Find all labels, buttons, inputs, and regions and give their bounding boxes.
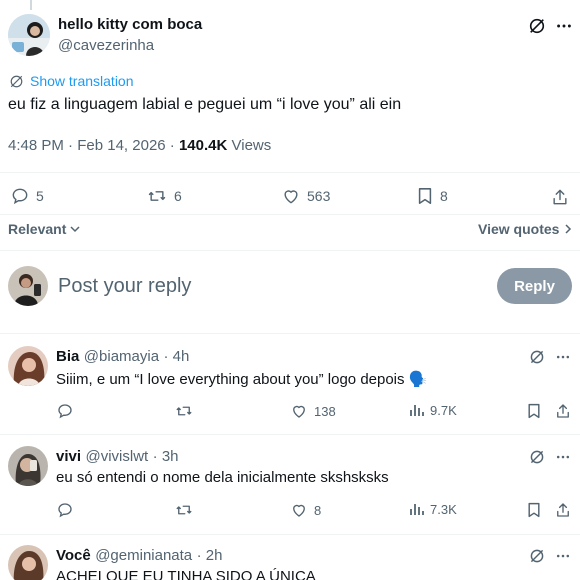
more-options-icon[interactable] (554, 348, 572, 366)
sort-label: Relevant (8, 221, 67, 237)
reply-header: Você @geminianata · 2h (56, 547, 222, 565)
divider (0, 214, 580, 215)
view-quotes-label: View quotes (478, 221, 560, 237)
bookmark-count: 8 (440, 188, 448, 204)
analytics-icon (408, 501, 424, 517)
reply-header: vivi @vivislwt · 3h (56, 448, 179, 466)
post-meta: 4:48 PM · Feb 14, 2026 · 140.4K Views (8, 137, 271, 154)
reply-button[interactable] (56, 402, 80, 420)
reply-submit-button[interactable]: Reply (497, 268, 572, 304)
more-options-icon[interactable] (554, 16, 574, 36)
avatar[interactable] (8, 14, 50, 56)
reply-display-name[interactable]: Você (56, 547, 91, 564)
like-count: 563 (307, 188, 331, 204)
grok-icon[interactable] (528, 348, 546, 366)
repost-icon (174, 501, 194, 519)
reply-button[interactable] (56, 501, 80, 519)
divider (0, 250, 580, 251)
reply-icon (10, 186, 30, 206)
reply-header: Bia @biamayia · 4h (56, 348, 189, 366)
author-handle[interactable]: @cavezerinha (58, 37, 154, 54)
divider (0, 172, 580, 173)
like-count: 138 (314, 403, 336, 419)
reply-display-name[interactable]: vivi (56, 448, 81, 465)
heart-icon (290, 501, 308, 519)
author-display-name[interactable]: hello kitty com boca (58, 16, 202, 33)
heart-icon (290, 402, 308, 420)
reply-handle[interactable]: @vivislwt (85, 448, 148, 465)
heart-icon (281, 186, 301, 206)
reply-time[interactable]: · 4h (164, 348, 190, 365)
translate-icon (9, 74, 24, 89)
post-text: eu fiz a linguagem labial e peguei um “i… (8, 96, 402, 113)
show-translation-label: Show translation (30, 73, 134, 89)
grok-icon[interactable] (528, 547, 546, 565)
more-options-icon[interactable] (554, 547, 572, 565)
grok-icon[interactable] (528, 448, 546, 466)
avatar[interactable] (8, 446, 48, 486)
views-count: 7.3K (430, 501, 457, 517)
like-button[interactable]: 8 (290, 501, 321, 519)
like-button[interactable]: 138 (290, 402, 336, 420)
chevron-down-icon (69, 223, 81, 235)
post-time[interactable]: 4:48 PM (8, 137, 64, 154)
post-date[interactable]: Feb 14, 2026 (77, 137, 165, 154)
bookmark-button[interactable] (525, 402, 543, 420)
avatar[interactable] (8, 266, 48, 306)
repost-icon (146, 186, 168, 206)
grok-icon[interactable] (527, 16, 547, 36)
reply-handle[interactable]: @geminianata (95, 547, 192, 564)
reply-button[interactable]: 5 (10, 186, 44, 206)
like-button[interactable]: 563 (281, 186, 330, 206)
views-button[interactable]: 9.7K (408, 402, 457, 418)
bookmark-button[interactable] (525, 501, 543, 519)
avatar[interactable] (8, 545, 48, 580)
bookmark-icon (416, 186, 434, 206)
thread-line (30, 0, 32, 10)
views-count: 140.4K (178, 137, 228, 154)
reply-icon (56, 402, 74, 420)
divider (0, 333, 580, 334)
like-count: 8 (314, 502, 322, 518)
repost-icon (174, 402, 194, 420)
reply-time[interactable]: · 3h (153, 448, 179, 465)
repost-count: 6 (174, 188, 182, 204)
repost-button[interactable]: 6 (146, 186, 182, 206)
more-options-icon[interactable] (554, 448, 572, 466)
show-translation-link[interactable]: Show translation (9, 73, 134, 89)
views-button[interactable]: 7.3K (408, 501, 457, 517)
reply-time[interactable]: · 2h (197, 547, 223, 564)
reply-text: Siiim, e um “I love everything about you… (56, 371, 428, 388)
reply-composer-input[interactable]: Post your reply (58, 275, 191, 298)
analytics-icon (408, 402, 424, 418)
meta-separator: · (169, 137, 179, 154)
reply-text: eu só entendi o nome dela inicialmente s… (56, 469, 389, 486)
sort-relevant-dropdown[interactable]: Relevant (8, 221, 81, 237)
views-label: Views (231, 137, 272, 154)
reply-count: 5 (36, 188, 44, 204)
bookmark-button[interactable]: 8 (416, 186, 448, 206)
divider (0, 534, 580, 535)
avatar[interactable] (8, 346, 48, 386)
repost-button[interactable] (174, 501, 200, 519)
reply-display-name[interactable]: Bia (56, 348, 79, 365)
reply-handle[interactable]: @biamayia (84, 348, 159, 365)
views-count: 9.7K (430, 402, 457, 418)
divider (0, 434, 580, 435)
view-quotes-link[interactable]: View quotes (478, 221, 574, 237)
share-button[interactable] (549, 186, 571, 208)
chevron-right-icon (562, 223, 574, 235)
share-button[interactable] (554, 501, 572, 519)
reply-text: ACHEI QUE EU TINHA SIDO A ÚNICA (56, 568, 316, 580)
share-button[interactable] (554, 402, 572, 420)
repost-button[interactable] (174, 402, 200, 420)
reply-icon (56, 501, 74, 519)
meta-separator: · (68, 137, 78, 154)
